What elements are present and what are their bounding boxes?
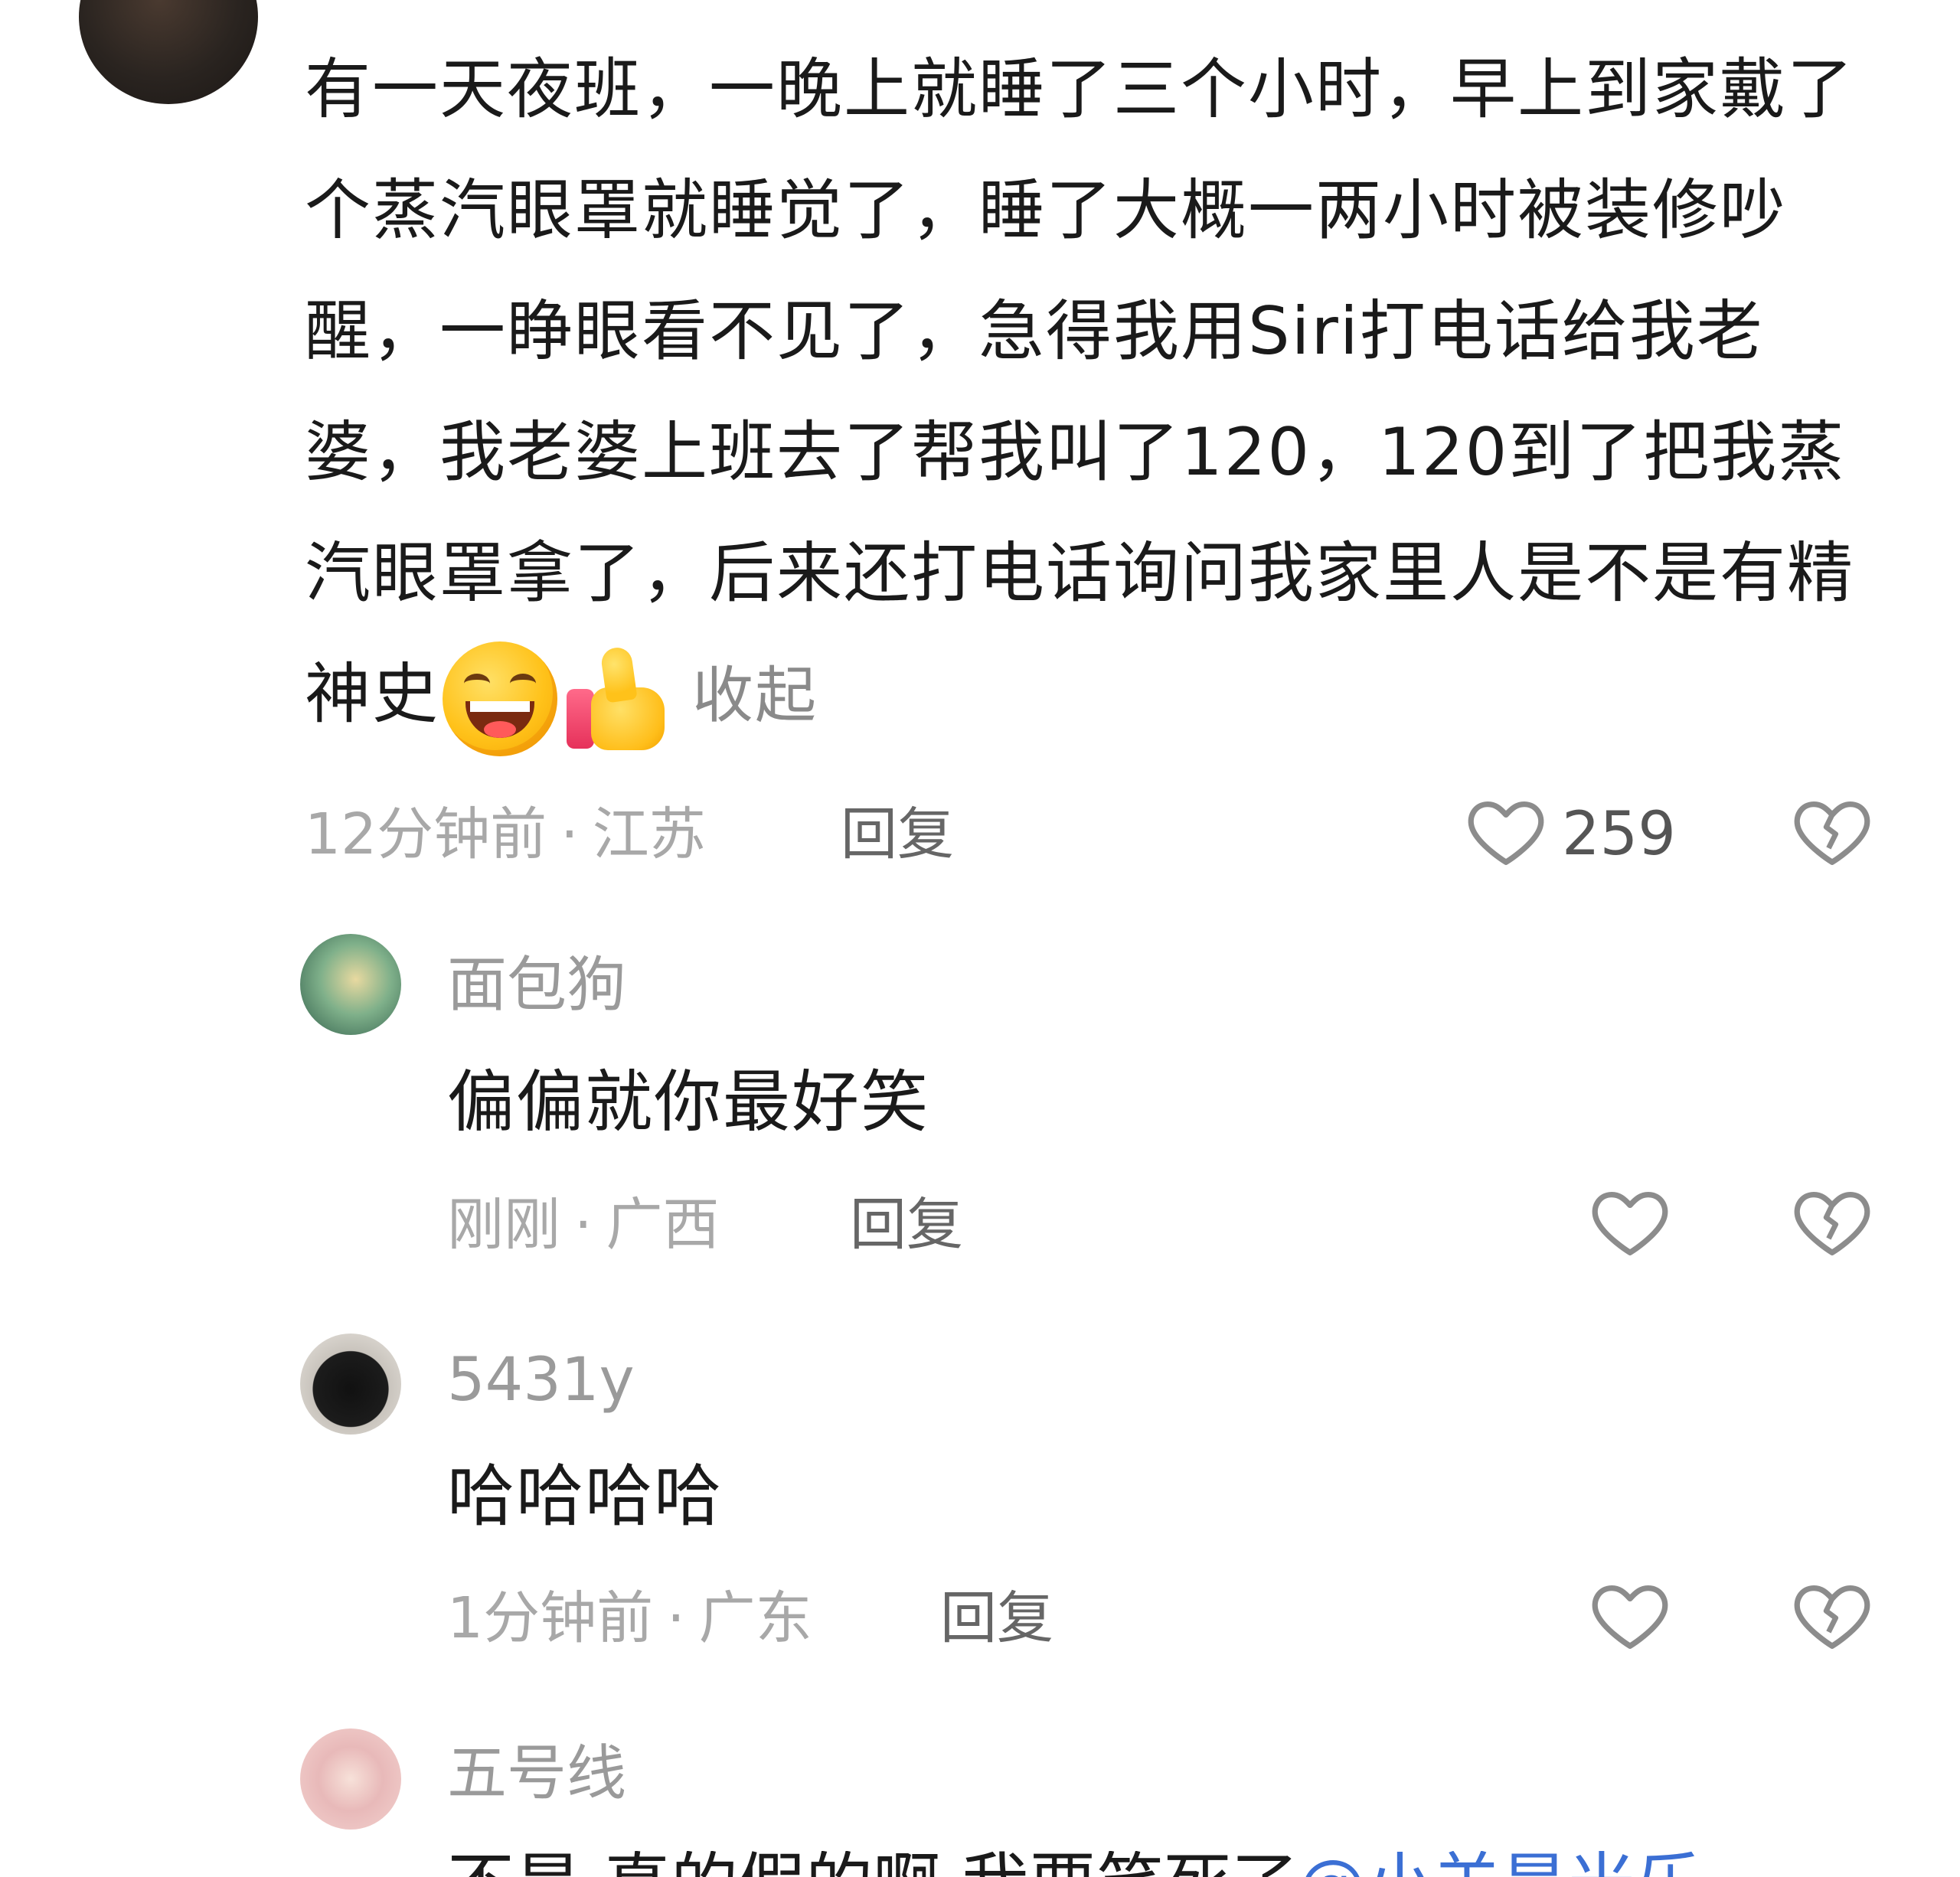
reply-text-3: 不是 真的假的啊 我要笑死了@小羊是米乐 (447, 1851, 1902, 1877)
grinning-face-icon (443, 641, 557, 756)
mention-link[interactable]: @小羊是米乐 (1298, 1851, 1703, 1877)
thumbs-up-icon (564, 641, 671, 756)
reply-location-2: 广东 (698, 1585, 812, 1651)
main-comment-text: 有一天夜班，一晚上就睡了三个小时，早上到家戴了个蒸汽眼罩就睡觉了，睡了大概一两小… (305, 51, 1854, 733)
reply-button-2[interactable]: 回复 (940, 1580, 1054, 1657)
reply-avatar-2[interactable] (300, 1333, 401, 1435)
dislike-broken-heart-icon[interactable] (1790, 788, 1874, 873)
main-comment-meta: 12分钟前 · 江苏 (305, 796, 706, 873)
reply-username-3[interactable]: 五号线 (447, 1732, 626, 1816)
reply-time-2: 1分钟前 (447, 1585, 654, 1651)
like-heart-icon[interactable] (1588, 1179, 1672, 1263)
reply-button[interactable]: 回复 (841, 796, 954, 873)
like-heart-icon[interactable] (1588, 1572, 1672, 1657)
meta-separator: · (574, 1192, 593, 1258)
reply-time-1: 刚刚 (447, 1192, 560, 1258)
dislike-broken-heart-icon[interactable] (1790, 1572, 1874, 1657)
comment-location: 江苏 (592, 801, 706, 867)
reply-meta-2: 1分钟前 · 广东 (447, 1580, 812, 1657)
commenter-avatar[interactable] (79, 0, 258, 104)
reply-text-1: 偏偏就你最好笑 (447, 1063, 930, 1141)
reply-location-1: 广西 (606, 1192, 720, 1258)
comment-time: 12分钟前 (305, 801, 547, 867)
reply-button-1[interactable]: 回复 (850, 1187, 963, 1263)
dislike-broken-heart-icon[interactable] (1790, 1179, 1874, 1263)
reply-text-2: 哈哈哈哈 (447, 1457, 724, 1536)
reply-avatar-1[interactable] (300, 934, 401, 1035)
meta-separator: · (560, 801, 579, 867)
main-comment: 有一天夜班，一晚上就睡了三个小时，早上到家戴了个蒸汽眼罩就睡觉了，睡了大概一两小… (305, 29, 1897, 756)
reply-avatar-3[interactable] (300, 1728, 401, 1830)
reply-text-3-body: 不是 真的假的啊 我要笑死了 (447, 1851, 1298, 1877)
reply-username-1[interactable]: 面包狗 (447, 943, 626, 1027)
like-count: 259 (1562, 800, 1676, 869)
collapse-link[interactable]: 收起 (692, 660, 818, 731)
meta-separator: · (667, 1585, 685, 1651)
reply-username-2[interactable]: 5431y (447, 1338, 635, 1422)
like-heart-icon[interactable] (1464, 788, 1548, 873)
reply-meta-1: 刚刚 · 广西 (447, 1187, 720, 1263)
